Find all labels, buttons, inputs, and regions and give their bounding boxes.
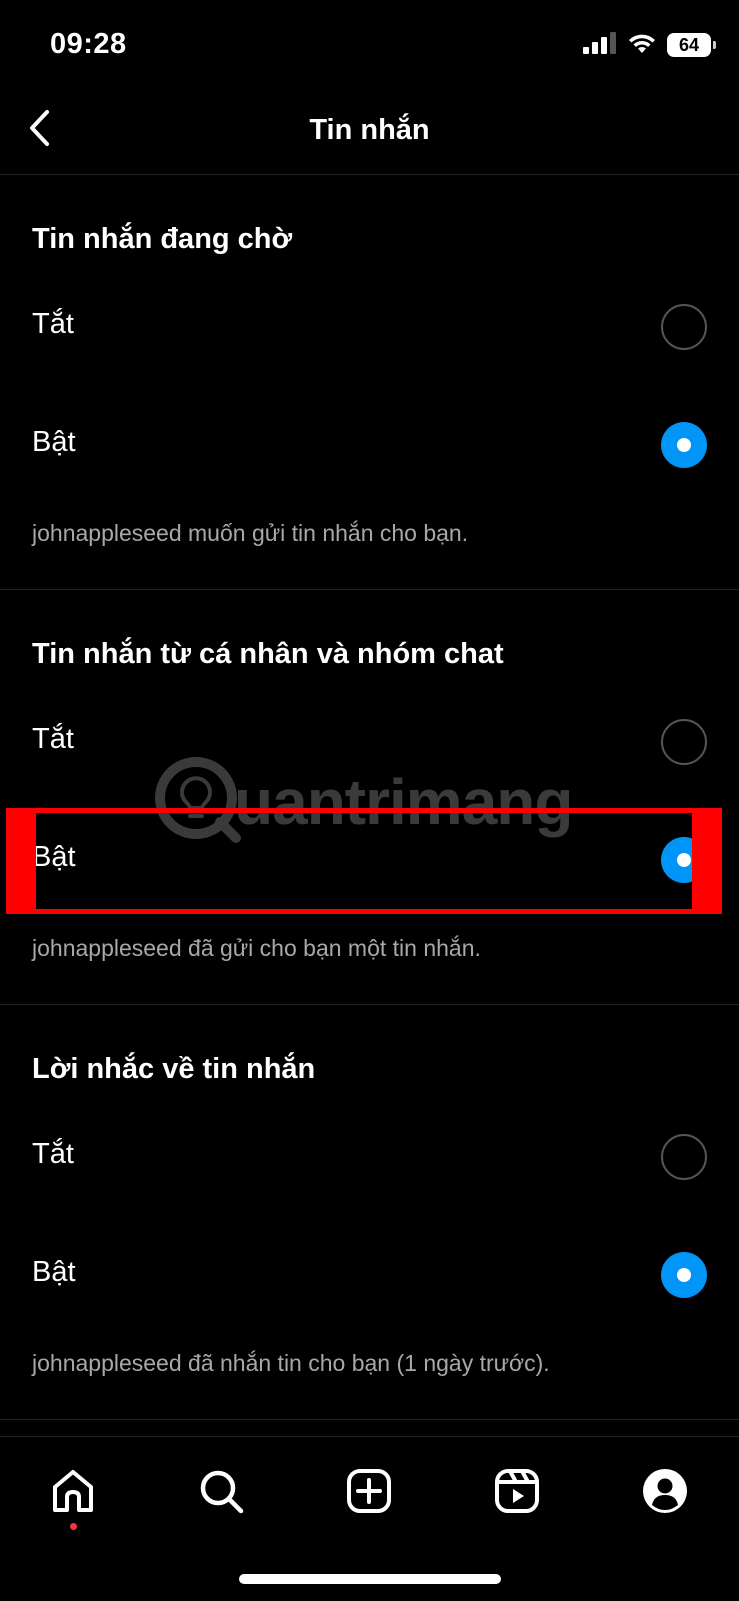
option-off[interactable]: Tắt [0, 1112, 739, 1202]
home-icon [49, 1467, 97, 1520]
wifi-icon [627, 32, 657, 59]
profile-icon [641, 1467, 689, 1520]
option-off[interactable]: Tắt [0, 282, 739, 372]
section-title: Tin nhắn đang chờ [32, 223, 293, 255]
section-pending-messages: Tin nhắn đang chờ Tắt Bật johnappleseed … [0, 175, 739, 590]
tab-search[interactable] [191, 1463, 251, 1523]
search-icon [197, 1467, 245, 1520]
radio-selected[interactable] [661, 1252, 707, 1298]
radio-unselected[interactable] [661, 1134, 707, 1180]
tab-create[interactable] [339, 1463, 399, 1523]
tab-profile[interactable] [635, 1463, 695, 1523]
status-icons: 64 [583, 30, 716, 60]
section-description: johnappleseed muốn gửi tin nhắn cho bạn. [32, 520, 469, 546]
option-on[interactable]: Bật [0, 400, 739, 490]
option-label: Tắt [32, 1138, 74, 1170]
cellular-signal-icon [583, 31, 617, 59]
tab-home[interactable] [43, 1463, 103, 1523]
option-label: Bật [32, 426, 76, 458]
home-indicator [239, 1574, 501, 1584]
radio-unselected[interactable] [661, 304, 707, 350]
section-description: johnappleseed đã gửi cho bạn một tin nhắ… [32, 935, 481, 961]
status-bar: 09:28 64 [0, 0, 739, 90]
radio-selected[interactable] [661, 422, 707, 468]
option-label: Tắt [32, 308, 74, 340]
option-label: Tắt [32, 723, 74, 755]
section-title: Tin nhắn từ cá nhân và nhóm chat [32, 638, 504, 670]
option-label: Bật [32, 841, 76, 873]
section-message-reminders: Lời nhắc về tin nhắn Tắt Bật johnapplese… [0, 1005, 739, 1420]
section-description: johnappleseed đã nhắn tin cho bạn (1 ngà… [32, 1350, 550, 1376]
option-on[interactable]: Bật [0, 1230, 739, 1320]
battery-indicator: 64 [667, 33, 716, 57]
option-label: Bật [32, 1256, 76, 1288]
status-time: 09:28 [50, 28, 127, 60]
notification-dot [70, 1523, 77, 1530]
tab-reels[interactable] [487, 1463, 547, 1523]
option-on[interactable]: Bật [0, 815, 739, 905]
radio-selected[interactable] [661, 837, 707, 883]
reels-icon [493, 1467, 541, 1520]
option-off[interactable]: Tắt [0, 697, 739, 787]
create-post-icon [345, 1467, 393, 1520]
page-title: Tin nhắn [309, 114, 430, 146]
section-title: Lời nhắc về tin nhắn [32, 1053, 316, 1085]
nav-header: Tin nhắn [0, 90, 739, 175]
radio-unselected[interactable] [661, 719, 707, 765]
section-messages-from-individuals-and-groups: Tin nhắn từ cá nhân và nhóm chat Tắt Bật… [0, 590, 739, 1005]
